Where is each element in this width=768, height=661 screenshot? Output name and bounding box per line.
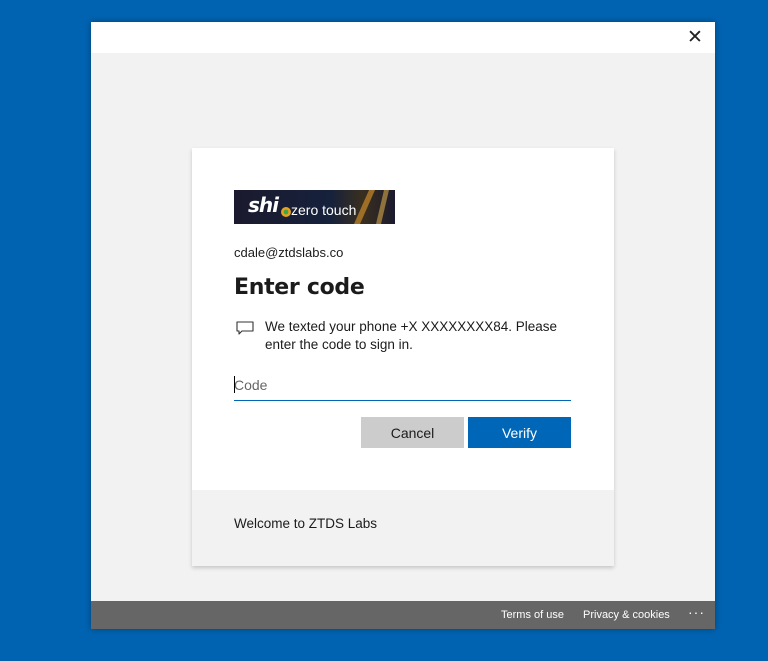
title-bar: ✕	[91, 22, 715, 53]
cancel-button[interactable]: Cancel	[361, 417, 464, 448]
signin-card: shi zero touch cdale@ztdslabs.co Enter c…	[192, 148, 614, 566]
sms-message-text: We texted your phone +X XXXXXXXX84. Plea…	[265, 319, 558, 352]
close-icon[interactable]: ✕	[683, 26, 707, 50]
verify-button[interactable]: Verify	[468, 417, 571, 448]
signin-dialog-window: ✕ shi zero touch cdale@ztdslabs.co Enter…	[91, 22, 715, 629]
welcome-text: Welcome to ZTDS Labs	[234, 516, 378, 531]
bottom-bar: Terms of use Privacy & cookies ···	[91, 601, 715, 629]
account-email: cdale@ztdslabs.co	[234, 245, 344, 260]
text-caret	[234, 376, 235, 393]
company-logo: shi zero touch	[234, 190, 395, 224]
privacy-cookies-link[interactable]: Privacy & cookies	[583, 609, 670, 621]
more-options-icon[interactable]: ···	[688, 604, 705, 620]
signin-card-body: shi zero touch cdale@ztdslabs.co Enter c…	[192, 148, 614, 490]
signin-card-footer: Welcome to ZTDS Labs	[192, 490, 614, 566]
code-input[interactable]	[234, 369, 571, 401]
logo-brand-text: shi	[248, 193, 279, 217]
terms-of-use-link[interactable]: Terms of use	[501, 609, 564, 621]
chat-bubble-icon	[236, 321, 254, 340]
logo-tagline-text: zero touch	[291, 202, 357, 218]
page-title: Enter code	[234, 275, 365, 300]
